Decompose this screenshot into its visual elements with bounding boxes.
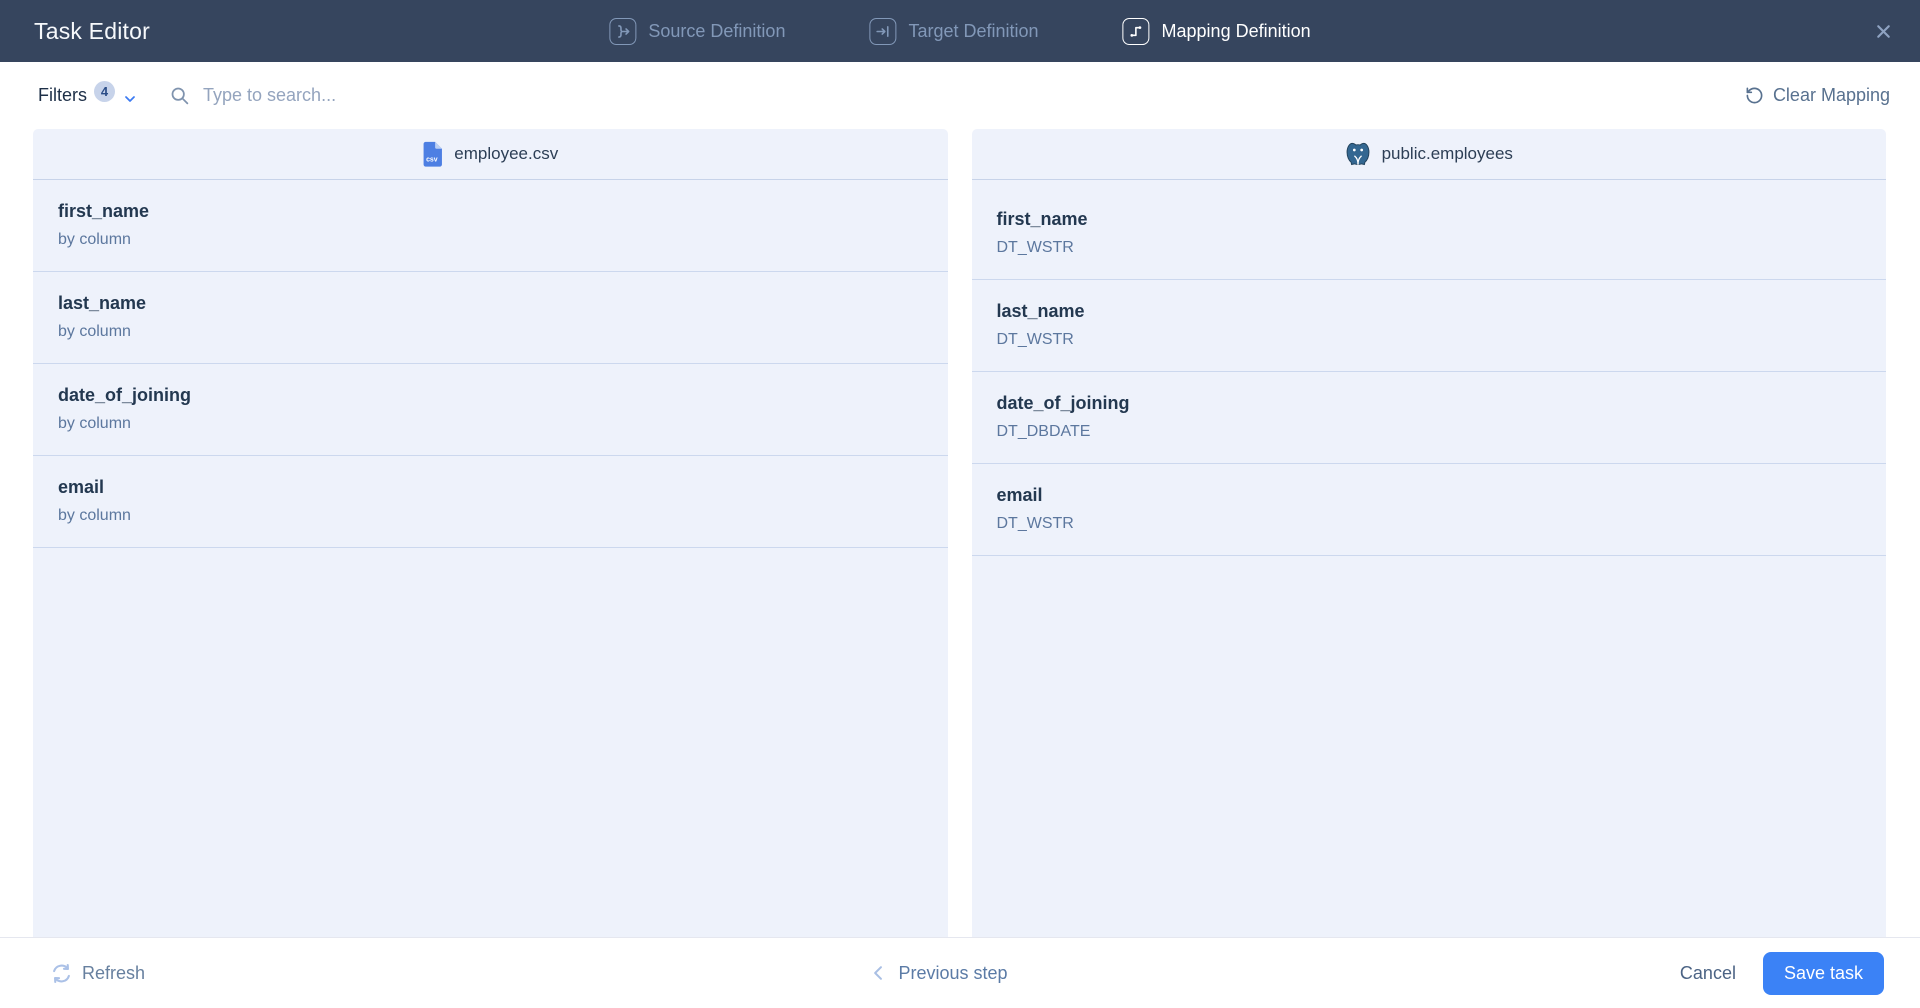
field-name: last_name <box>996 301 1085 321</box>
close-button[interactable] <box>1865 13 1902 50</box>
previous-step-label: Previous step <box>898 962 1008 983</box>
footer-actions: Cancel Save task <box>1680 951 1884 995</box>
header-bar: Task Editor Source Definition Target Def… <box>0 0 1920 62</box>
source-definition-icon <box>609 17 637 45</box>
filters-label: Filters <box>38 85 87 105</box>
source-field-list: first_name by column last_name by column… <box>33 180 948 937</box>
refresh-label: Refresh <box>82 962 146 983</box>
field-mapping-mode: by column <box>58 323 131 340</box>
field-data-type: DT_WSTR <box>996 515 1074 532</box>
source-field-row[interactable]: date_of_joining by column <box>33 364 948 456</box>
close-icon <box>1873 21 1894 42</box>
field-data-type: DT_WSTR <box>996 331 1074 348</box>
toolbar: Filters 4 Clear Map <box>0 62 1920 129</box>
cancel-button[interactable]: Cancel <box>1680 963 1736 984</box>
source-field-row[interactable]: first_name by column <box>33 180 948 272</box>
field-name: email <box>996 485 1043 505</box>
task-editor-window: Task Editor Source Definition Target Def… <box>0 0 1920 1008</box>
page-title: Task Editor <box>34 17 150 44</box>
tab-target-definition[interactable]: Target Definition <box>869 17 1039 45</box>
search-icon <box>169 85 190 106</box>
search-input[interactable] <box>201 84 631 107</box>
target-panel-title: public.employees <box>1381 144 1513 163</box>
field-name: last_name <box>58 293 147 313</box>
source-panel: csv employee.csv first_name by column la… <box>33 129 948 937</box>
clear-mapping-label: Clear Mapping <box>1772 85 1890 105</box>
search-box <box>169 84 631 107</box>
target-field-row[interactable]: last_name DT_WSTR <box>971 280 1886 372</box>
clear-mapping-button[interactable]: Clear Mapping <box>1745 85 1890 106</box>
field-mapping-mode: by column <box>58 231 131 248</box>
field-data-type: DT_WSTR <box>996 239 1074 256</box>
tab-label: Source Definition <box>648 20 786 41</box>
chevron-down-icon <box>122 85 138 107</box>
field-name: date_of_joining <box>58 385 192 405</box>
source-field-row[interactable]: last_name by column <box>33 272 948 364</box>
footer-bar: Refresh Previous step Cancel Save task <box>0 937 1920 1008</box>
field-name: email <box>58 477 105 497</box>
refresh-icon <box>50 962 73 985</box>
save-task-button[interactable]: Save task <box>1762 951 1884 995</box>
filters-dropdown[interactable]: Filters 4 <box>38 80 138 107</box>
step-tabs: Source Definition Target Definition Mapp… <box>609 0 1311 62</box>
field-mapping-mode: by column <box>58 507 131 524</box>
field-name: first_name <box>58 201 150 221</box>
target-field-row[interactable]: first_name DT_WSTR <box>971 188 1886 280</box>
target-field-list: first_name DT_WSTR last_name DT_WSTR dat… <box>971 180 1886 937</box>
source-panel-title: employee.csv <box>454 144 559 163</box>
chevron-left-icon <box>868 963 888 983</box>
csv-file-icon: csv <box>422 141 443 167</box>
tab-mapping-definition[interactable]: Mapping Definition <box>1122 17 1311 45</box>
tab-source-definition[interactable]: Source Definition <box>609 17 786 45</box>
reset-icon <box>1745 86 1764 105</box>
target-panel-header: public.employees <box>971 129 1886 180</box>
svg-text:csv: csv <box>426 157 438 164</box>
target-definition-icon <box>869 17 897 45</box>
field-mapping-mode: by column <box>58 415 131 432</box>
previous-step-button[interactable]: Previous step <box>868 962 1008 984</box>
field-data-type: DT_DBDATE <box>996 423 1091 440</box>
target-field-row[interactable]: email DT_WSTR <box>971 464 1886 556</box>
target-field-row[interactable]: date_of_joining DT_DBDATE <box>971 372 1886 464</box>
tab-label: Target Definition <box>908 20 1039 41</box>
field-name: first_name <box>996 209 1088 229</box>
source-field-row[interactable]: email by column <box>33 456 948 548</box>
tab-label: Mapping Definition <box>1161 20 1311 41</box>
mapping-area: csv employee.csv first_name by column la… <box>0 129 1920 937</box>
refresh-button[interactable]: Refresh <box>50 962 145 985</box>
target-panel: public.employees first_name DT_WSTR last… <box>971 129 1886 937</box>
field-name: date_of_joining <box>996 393 1130 413</box>
mapping-definition-icon <box>1122 17 1150 45</box>
filters-count-badge: 4 <box>94 80 115 102</box>
source-panel-header: csv employee.csv <box>33 129 948 180</box>
postgresql-icon <box>1345 141 1371 167</box>
